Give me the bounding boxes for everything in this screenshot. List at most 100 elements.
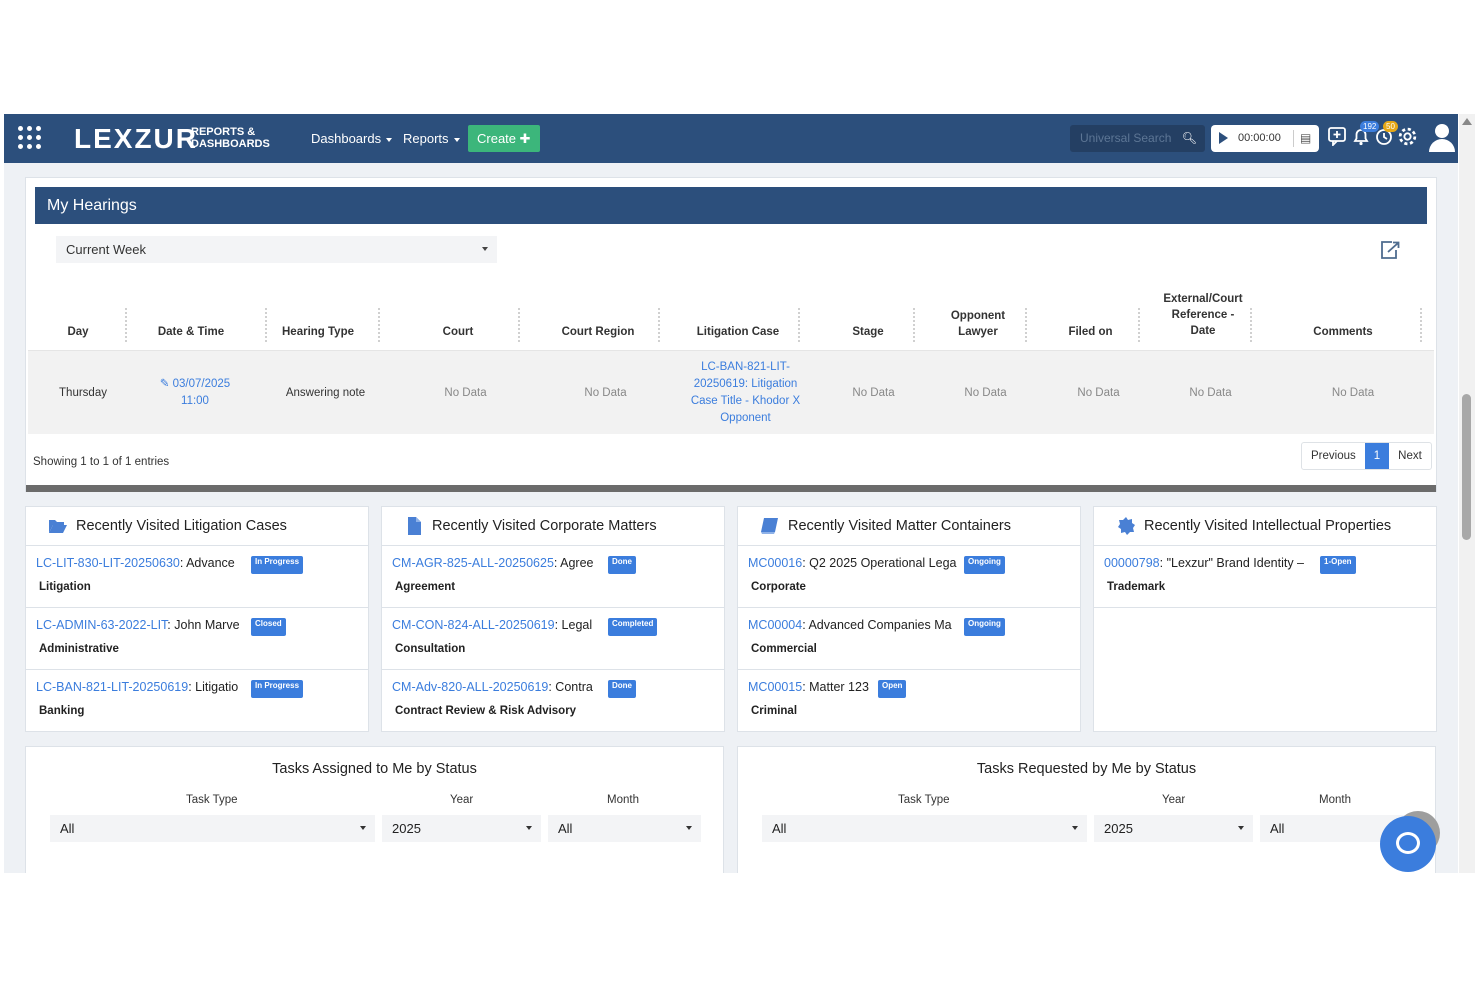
col-hearing-type[interactable]: Hearing Type bbox=[268, 324, 368, 340]
vertical-scrollbar[interactable] bbox=[1459, 114, 1475, 873]
cell-day: Thursday bbox=[59, 387, 107, 399]
book-icon bbox=[761, 518, 778, 534]
edit-icon[interactable]: ✎ bbox=[160, 378, 170, 390]
item-category: Corporate bbox=[751, 581, 806, 593]
chat-launcher-button[interactable] bbox=[1380, 816, 1436, 872]
col-litigation-case[interactable]: Litigation Case bbox=[683, 324, 793, 340]
list-item[interactable]: LC-BAN-821-LIT-20250619: Litigatio In Pr… bbox=[26, 670, 368, 732]
list-item[interactable]: 00000798: "Lexzur" Brand Identity – 1-Op… bbox=[1094, 546, 1436, 608]
col-date-time[interactable]: Date & Time bbox=[141, 324, 241, 340]
month-select[interactable]: All bbox=[548, 815, 701, 842]
status-badge: Ongoing bbox=[964, 556, 1005, 574]
create-button[interactable]: Create ✚ bbox=[468, 125, 540, 152]
cell-litigation-case-link[interactable]: LC-BAN-821-LIT-20250619: Litigation Case… bbox=[683, 359, 808, 427]
cell-court: No Data bbox=[444, 387, 487, 399]
page-1-button[interactable]: 1 bbox=[1364, 443, 1390, 469]
item-code-link[interactable]: LC-ADMIN-63-2022-LIT bbox=[36, 618, 167, 632]
item-category: Commercial bbox=[751, 643, 817, 655]
status-badge: Ongoing bbox=[964, 618, 1005, 636]
notifications-bell-icon[interactable]: 192 bbox=[1351, 121, 1380, 152]
item-category: Banking bbox=[39, 705, 85, 717]
item-code-link[interactable]: MC00016 bbox=[748, 556, 802, 570]
cell-hearing-type: Answering note bbox=[285, 387, 366, 399]
logo-subtitle: REPORTS & DASHBOARDS bbox=[191, 126, 270, 150]
col-day[interactable]: Day bbox=[38, 324, 118, 340]
task-type-label: Task Type bbox=[186, 794, 238, 806]
table-info: Showing 1 to 1 of 1 entries bbox=[33, 456, 170, 468]
card-title: Recently Visited Corporate Matters bbox=[432, 518, 657, 534]
col-court-region[interactable]: Court Region bbox=[543, 324, 653, 340]
task-type-select[interactable]: All bbox=[762, 815, 1087, 842]
item-code-link[interactable]: 00000798 bbox=[1104, 556, 1160, 570]
chevron-down-icon bbox=[526, 826, 532, 830]
col-stage[interactable]: Stage bbox=[818, 324, 918, 340]
nav-dashboards-menu[interactable]: Dashboards bbox=[311, 131, 393, 146]
item-category: Criminal bbox=[751, 705, 798, 717]
previous-page-button[interactable]: Previous bbox=[1302, 443, 1365, 469]
item-code-link[interactable]: CM-AGR-825-ALL-20250625 bbox=[392, 556, 554, 570]
list-item[interactable]: LC-ADMIN-63-2022-LIT: John Marve Closed … bbox=[26, 608, 368, 670]
card-title: Tasks Requested by Me by Status bbox=[976, 761, 1197, 777]
item-code-link[interactable]: LC-LIT-830-LIT-20250630 bbox=[36, 556, 180, 570]
col-external-reference[interactable]: External/Court Reference - Date bbox=[1158, 291, 1248, 339]
item-code-link[interactable]: CM-CON-824-ALL-20250619 bbox=[392, 618, 555, 632]
chevron-down-icon bbox=[386, 137, 393, 142]
item-category: Contract Review & Risk Advisory bbox=[395, 705, 577, 717]
tasks-assigned-card: Tasks Assigned to Me by Status Task Type… bbox=[25, 746, 724, 873]
table-row[interactable]: Thursday ✎ 03/07/2025 11:00 Answering no… bbox=[28, 350, 1434, 434]
search-icon[interactable]: 🔍︎ bbox=[1182, 131, 1197, 145]
play-icon[interactable] bbox=[1219, 132, 1228, 144]
gear-icon[interactable] bbox=[1397, 126, 1418, 153]
logo[interactable]: LEXZUR bbox=[74, 123, 198, 155]
item-category: Administrative bbox=[39, 643, 119, 655]
list-item[interactable]: CM-Adv-820-ALL-20250619: Contra Done Con… bbox=[382, 670, 724, 732]
chevron-down-icon bbox=[1072, 826, 1078, 830]
user-avatar[interactable] bbox=[1427, 122, 1457, 154]
reminders-icon[interactable]: 50 bbox=[1374, 121, 1398, 152]
card-title: Recently Visited Litigation Cases bbox=[76, 518, 287, 534]
col-comments[interactable]: Comments bbox=[1288, 324, 1398, 340]
task-type-label: Task Type bbox=[898, 794, 950, 806]
card-title: Recently Visited Matter Containers bbox=[788, 518, 1011, 534]
list-item[interactable]: MC00015: Matter 123 Open Criminal bbox=[738, 670, 1080, 732]
year-select[interactable]: 2025 bbox=[382, 815, 541, 842]
list-item[interactable]: LC-LIT-830-LIT-20250630: Advance In Prog… bbox=[26, 546, 368, 608]
universal-search-input[interactable]: Universal Search 🔍︎ bbox=[1070, 125, 1205, 152]
cell-court-region: No Data bbox=[584, 387, 627, 399]
app-window: LEXZUR REPORTS & DASHBOARDS Dashboards R… bbox=[4, 114, 1458, 873]
year-select[interactable]: 2025 bbox=[1094, 815, 1253, 842]
cell-date-time[interactable]: ✎ 03/07/2025 11:00 bbox=[155, 376, 235, 410]
item-code-link[interactable]: MC00004 bbox=[748, 618, 802, 632]
timesheet-icon[interactable]: ▤ bbox=[1300, 131, 1311, 145]
list-item[interactable]: CM-CON-824-ALL-20250619: Legal Completed… bbox=[382, 608, 724, 670]
cell-opponent-lawyer: No Data bbox=[964, 387, 1007, 399]
list-item[interactable]: CM-AGR-825-ALL-20250625: Agree Done Agre… bbox=[382, 546, 724, 608]
scroll-up-arrow-icon[interactable] bbox=[1462, 118, 1472, 125]
next-page-button[interactable]: Next bbox=[1389, 443, 1431, 469]
horizontal-scrollbar[interactable] bbox=[26, 485, 1436, 492]
scroll-thumb[interactable] bbox=[1462, 394, 1471, 540]
apps-grid-icon[interactable] bbox=[18, 126, 42, 150]
item-category: Agreement bbox=[395, 581, 456, 593]
month-label: Month bbox=[1319, 794, 1351, 806]
task-type-select[interactable]: All bbox=[50, 815, 375, 842]
col-court[interactable]: Court bbox=[408, 324, 508, 340]
cell-stage: No Data bbox=[852, 387, 895, 399]
item-code-link[interactable]: LC-BAN-821-LIT-20250619 bbox=[36, 680, 188, 694]
nav-reports-menu[interactable]: Reports bbox=[403, 131, 460, 146]
my-hearings-title: My Hearings bbox=[35, 187, 1427, 224]
card-title: Tasks Assigned to Me by Status bbox=[272, 761, 477, 777]
cell-comments: No Data bbox=[1331, 387, 1375, 399]
add-note-icon[interactable] bbox=[1327, 126, 1347, 152]
cell-external-reference: No Data bbox=[1189, 387, 1232, 399]
item-code-link[interactable]: CM-Adv-820-ALL-20250619 bbox=[392, 680, 548, 694]
list-item[interactable]: MC00016: Q2 2025 Operational Lega Ongoin… bbox=[738, 546, 1080, 608]
col-opponent-lawyer[interactable]: Opponent Lawyer bbox=[938, 308, 1018, 340]
col-filed-on[interactable]: Filed on bbox=[1048, 324, 1133, 340]
export-icon[interactable] bbox=[1379, 240, 1400, 260]
period-select[interactable]: Current Week bbox=[56, 236, 497, 263]
item-code-link[interactable]: MC00015 bbox=[748, 680, 802, 694]
list-item[interactable]: MC00004: Advanced Companies Ma Ongoing C… bbox=[738, 608, 1080, 670]
status-badge: Completed bbox=[608, 618, 658, 636]
time-tracker[interactable]: 00:00:00 ▤ bbox=[1211, 125, 1319, 152]
